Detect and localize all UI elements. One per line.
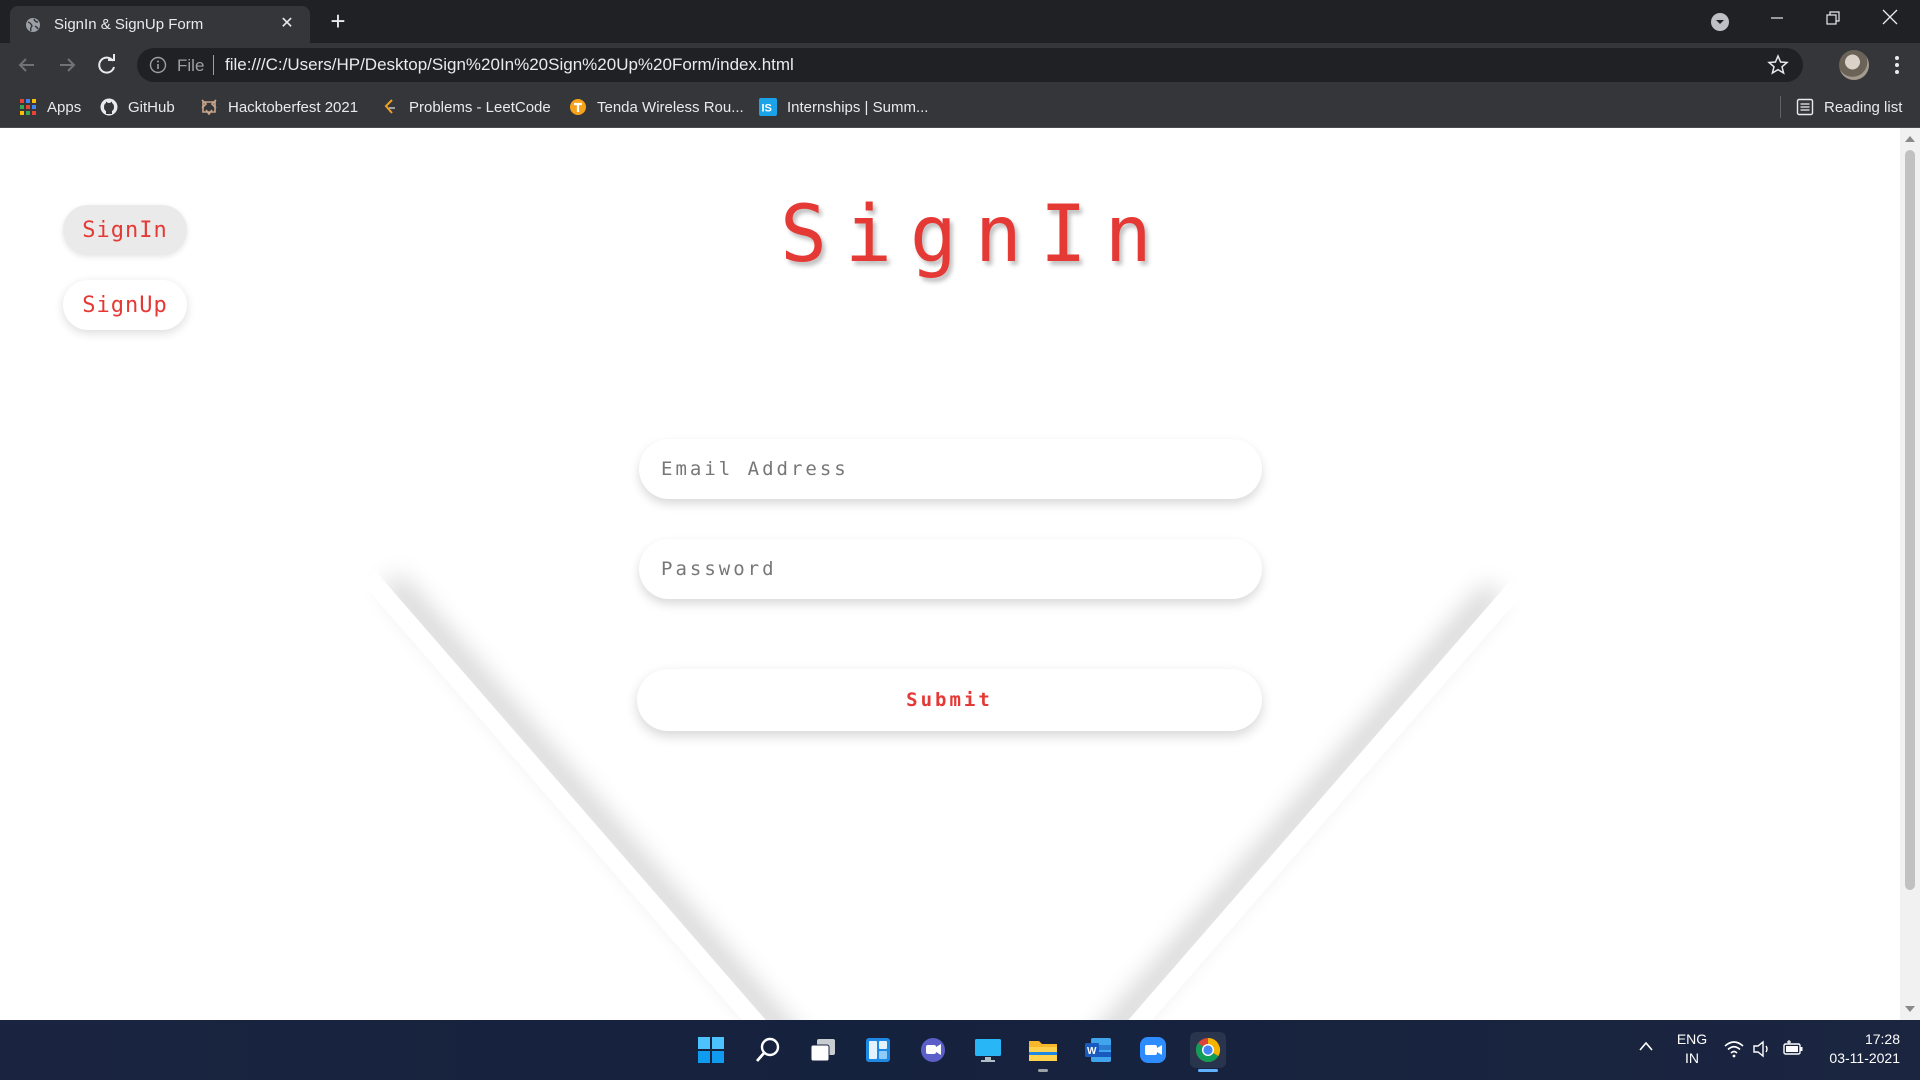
svg-text:W: W — [1087, 1046, 1097, 1057]
bookmark-tenda[interactable]: Tenda Wireless Rou... — [569, 96, 744, 118]
language-indicator[interactable]: ENG IN — [1674, 1030, 1710, 1068]
bookmark-apps[interactable]: Apps — [19, 96, 81, 118]
page-title: SignIn — [780, 190, 1170, 280]
start-button[interactable] — [693, 1032, 729, 1068]
page-scrollbar[interactable] — [1900, 128, 1920, 1020]
chat-icon — [921, 1038, 945, 1062]
bookmark-internships[interactable]: IS Internships | Summ... — [759, 96, 928, 118]
close-icon — [1882, 9, 1898, 25]
volume-icon[interactable] — [1752, 1040, 1772, 1058]
chrome-button[interactable] — [1190, 1032, 1226, 1072]
scroll-thumb[interactable] — [1905, 150, 1915, 890]
address-bar[interactable]: File file:///C:/Users/HP/Desktop/Sign%20… — [137, 48, 1803, 82]
email-field — [639, 439, 1262, 499]
browser-tab[interactable]: SignIn & SignUp Form ✕ — [10, 6, 310, 43]
task-view-icon — [810, 1039, 835, 1062]
reading-list-icon — [1796, 98, 1814, 116]
bookmark-label: Hacktoberfest 2021 — [228, 98, 359, 116]
browser-toolbar: File file:///C:/Users/HP/Desktop/Sign%20… — [0, 43, 1920, 87]
forward-arrow-icon[interactable] — [54, 52, 80, 78]
task-view-button[interactable] — [805, 1032, 841, 1068]
word-button[interactable]: W — [1080, 1032, 1116, 1068]
bookmark-label: GitHub — [128, 98, 175, 116]
widgets-icon — [866, 1038, 890, 1062]
region-code: IN — [1685, 1050, 1699, 1066]
bookmark-hacktoberfest[interactable]: Hacktoberfest 2021 — [200, 96, 358, 118]
url-text[interactable]: file:///C:/Users/HP/Desktop/Sign%20In%20… — [225, 55, 794, 75]
signup-nav-button[interactable]: SignUp — [63, 280, 187, 330]
back-arrow-icon[interactable] — [14, 52, 40, 78]
hacktoberfest-icon — [201, 99, 217, 116]
search-icon — [755, 1037, 780, 1062]
globe-icon — [26, 18, 40, 32]
bookmark-label: Problems - LeetCode — [409, 98, 551, 116]
url-scheme: File — [177, 56, 205, 75]
browser-tab-strip: SignIn & SignUp Form ✕ + — [0, 0, 1920, 43]
email-input[interactable] — [639, 439, 1262, 499]
running-indicator — [1038, 1069, 1048, 1072]
language-code: ENG — [1676, 1031, 1708, 1047]
password-field — [639, 539, 1262, 599]
scroll-down-icon[interactable] — [1905, 1006, 1915, 1012]
zoom-button[interactable] — [1135, 1032, 1171, 1068]
internshala-icon: IS — [759, 98, 777, 116]
windows-taskbar: W ENG IN 17:28 03-11-2021 — [0, 1020, 1920, 1080]
chat-button[interactable] — [915, 1032, 951, 1068]
github-icon — [100, 98, 118, 116]
bookmark-label: Tenda Wireless Rou... — [597, 98, 744, 116]
apps-grid-icon — [20, 99, 36, 115]
restore-icon — [1826, 11, 1840, 25]
tenda-icon — [570, 99, 586, 115]
url-separator — [213, 55, 214, 75]
bookmarks-divider — [1780, 96, 1781, 118]
close-window-button[interactable] — [1862, 0, 1918, 38]
reading-list-button[interactable]: Reading list — [1796, 96, 1902, 118]
new-tab-button[interactable]: + — [324, 7, 352, 35]
battery-icon[interactable] — [1782, 1040, 1804, 1058]
decorative-shadow-left — [362, 571, 796, 1020]
reload-icon[interactable] — [94, 52, 120, 78]
restore-button[interactable] — [1805, 0, 1861, 38]
desktop-button[interactable] — [970, 1032, 1006, 1068]
chevron-up-icon[interactable] — [1638, 1040, 1654, 1052]
close-tab-icon[interactable]: ✕ — [276, 13, 298, 35]
wifi-icon[interactable] — [1724, 1040, 1744, 1058]
file-explorer-icon — [1029, 1041, 1057, 1061]
scroll-up-icon[interactable] — [1905, 136, 1915, 142]
word-icon: W — [1085, 1038, 1111, 1062]
chrome-icon — [1195, 1038, 1221, 1063]
submit-button[interactable]: Submit — [637, 669, 1262, 731]
bookmarks-bar: Apps GitHub Hacktoberfest 2021 Problems … — [0, 87, 1920, 128]
bookmark-label: Internships | Summ... — [787, 98, 929, 116]
minimize-button[interactable] — [1749, 0, 1805, 38]
svg-text:IS: IS — [762, 103, 772, 115]
bookmark-leetcode[interactable]: Problems - LeetCode — [381, 96, 551, 118]
zoom-icon — [1140, 1037, 1166, 1063]
start-icon — [698, 1037, 724, 1063]
widgets-button[interactable] — [860, 1032, 896, 1068]
active-indicator — [1198, 1069, 1218, 1072]
info-icon[interactable] — [149, 56, 167, 74]
file-explorer-button[interactable] — [1025, 1032, 1061, 1072]
signin-nav-button[interactable]: SignIn — [63, 205, 187, 255]
taskbar-search-button[interactable] — [750, 1032, 786, 1068]
bookmark-label: Apps — [47, 98, 82, 116]
bookmark-github[interactable]: GitHub — [100, 96, 175, 118]
desktop-icon — [975, 1039, 1001, 1062]
clock-date: 03-11-2021 — [1829, 1050, 1900, 1066]
tab-search-icon[interactable] — [1709, 11, 1731, 33]
clock-time: 17:28 — [1864, 1031, 1900, 1047]
clock[interactable]: 17:28 03-11-2021 — [1820, 1030, 1900, 1068]
tab-title: SignIn & SignUp Form — [54, 16, 204, 33]
minimize-icon — [1771, 17, 1783, 19]
bookmark-star-icon[interactable] — [1767, 54, 1789, 76]
leetcode-icon — [384, 99, 395, 114]
more-menu-icon[interactable] — [1885, 53, 1909, 77]
profile-avatar[interactable] — [1839, 50, 1869, 80]
reading-list-label: Reading list — [1824, 98, 1903, 116]
decorative-shadow-right — [1090, 581, 1524, 1020]
password-input[interactable] — [639, 539, 1262, 599]
